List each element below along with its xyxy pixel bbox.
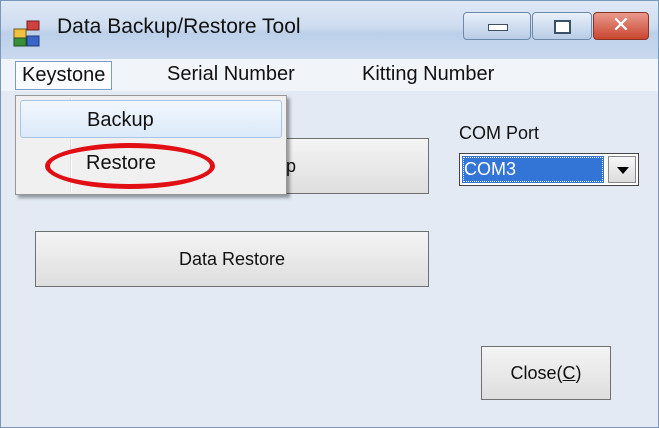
- close-button-mnemonic: C: [562, 363, 576, 383]
- restore-highlight-circle: [45, 143, 215, 189]
- com-port-label: COM Port: [459, 123, 540, 143]
- close-icon: ✕: [611, 13, 631, 38]
- title-bar[interactable]: Data Backup/Restore Tool ✕: [1, 1, 658, 59]
- menu-bar: Keystone Serial Number Kitting Number: [1, 59, 658, 91]
- close-button-suffix: ): [575, 363, 582, 383]
- close-button-label: Close(: [510, 363, 563, 383]
- menu-serial-number[interactable]: Serial Number: [161, 61, 301, 88]
- com-port-value: COM3: [462, 156, 604, 183]
- com-port-select[interactable]: COM3: [459, 153, 639, 186]
- data-restore-button[interactable]: Data Restore: [35, 231, 429, 287]
- menu-kitting-number[interactable]: Kitting Number: [356, 61, 500, 88]
- app-window: Data Backup/Restore Tool ✕ Keystone Seri…: [0, 0, 659, 428]
- maximize-button[interactable]: [532, 12, 592, 40]
- menu-item-backup[interactable]: Backup: [20, 100, 282, 138]
- data-backup-button-label: p: [286, 156, 297, 176]
- com-port-dropdown-button[interactable]: [608, 156, 636, 183]
- window-title: Data Backup/Restore Tool: [57, 15, 301, 38]
- minimize-button[interactable]: [463, 12, 531, 40]
- chevron-down-icon: [617, 167, 629, 174]
- app-icon: [13, 20, 40, 47]
- close-window-button[interactable]: ✕: [593, 12, 649, 40]
- close-button[interactable]: Close(C): [481, 346, 611, 400]
- menu-item-backup-label: Backup: [87, 109, 154, 131]
- minimize-icon: [488, 24, 508, 31]
- menu-keystone[interactable]: Keystone: [15, 61, 113, 90]
- maximize-icon: [554, 20, 571, 34]
